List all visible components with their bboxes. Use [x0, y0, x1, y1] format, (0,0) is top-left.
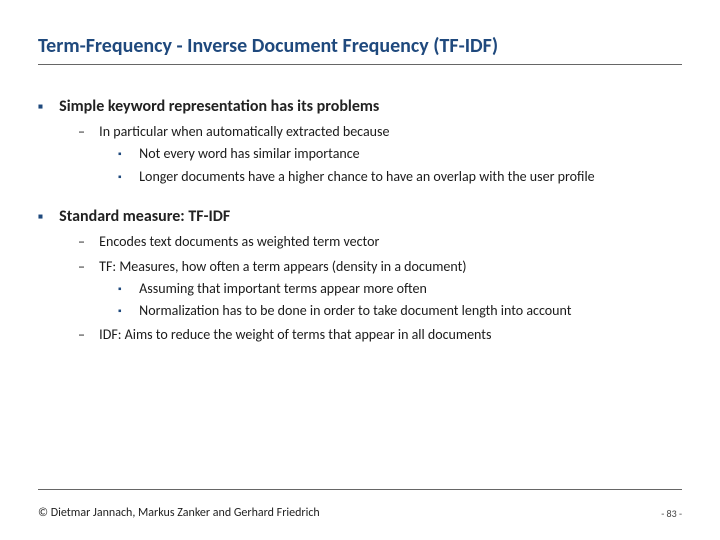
bullet-level2: – Encodes text documents as weighted ter… [78, 232, 682, 252]
bullet-level1: ▪ Simple keyword representation has its … [38, 95, 682, 118]
level3-text: Not every word has similar importance [139, 145, 359, 162]
footer-divider [38, 489, 682, 490]
bullet-level1: ▪ Standard measure: TF-IDF [38, 205, 682, 228]
footer: © Dietmar Jannach, Markus Zanker and Ger… [38, 506, 682, 520]
level3-text: Longer documents have a higher chance to… [139, 168, 594, 185]
square-bullet-icon: ▪ [118, 282, 136, 297]
square-bullet-icon: ▪ [38, 97, 56, 117]
square-bullet-icon: ▪ [118, 170, 136, 185]
level2-text: Encodes text documents as weighted term … [99, 233, 379, 250]
square-bullet-icon: ▪ [118, 304, 136, 319]
level3-text: Assuming that important terms appear mor… [139, 280, 427, 297]
section-heading: Simple keyword representation has its pr… [59, 97, 379, 116]
dash-bullet-icon: – [78, 257, 96, 277]
bullet-level2: – TF: Measures, how often a term appears… [78, 257, 682, 277]
dash-bullet-icon: – [78, 122, 96, 142]
level2-text: IDF: Aims to reduce the weight of terms … [99, 326, 491, 343]
content-area: ▪ Simple keyword representation has its … [38, 95, 682, 346]
slide-title: Term-Frequency - Inverse Document Freque… [38, 34, 682, 58]
bullet-level2: – In particular when automatically extra… [78, 122, 682, 142]
bullet-level2: – IDF: Aims to reduce the weight of term… [78, 325, 682, 345]
bullet-level3: ▪ Not every word has similar importance [118, 144, 682, 164]
level2-text: TF: Measures, how often a term appears (… [99, 258, 466, 275]
bullet-level3: ▪ Assuming that important terms appear m… [118, 279, 682, 299]
section-heading: Standard measure: TF-IDF [59, 207, 230, 226]
dash-bullet-icon: – [78, 232, 96, 252]
dash-bullet-icon: – [78, 325, 96, 345]
square-bullet-icon: ▪ [38, 207, 56, 227]
level2-text: In particular when automatically extract… [99, 123, 389, 140]
slide: Term-Frequency - Inverse Document Freque… [0, 0, 720, 346]
bullet-level3: ▪ Longer documents have a higher chance … [118, 167, 682, 187]
copyright-text: © Dietmar Jannach, Markus Zanker and Ger… [38, 506, 320, 520]
title-divider [38, 64, 682, 65]
page-number: - 83 - [661, 507, 682, 520]
square-bullet-icon: ▪ [118, 147, 136, 162]
level3-text: Normalization has to be done in order to… [139, 302, 571, 319]
bullet-level3: ▪ Normalization has to be done in order … [118, 301, 682, 321]
